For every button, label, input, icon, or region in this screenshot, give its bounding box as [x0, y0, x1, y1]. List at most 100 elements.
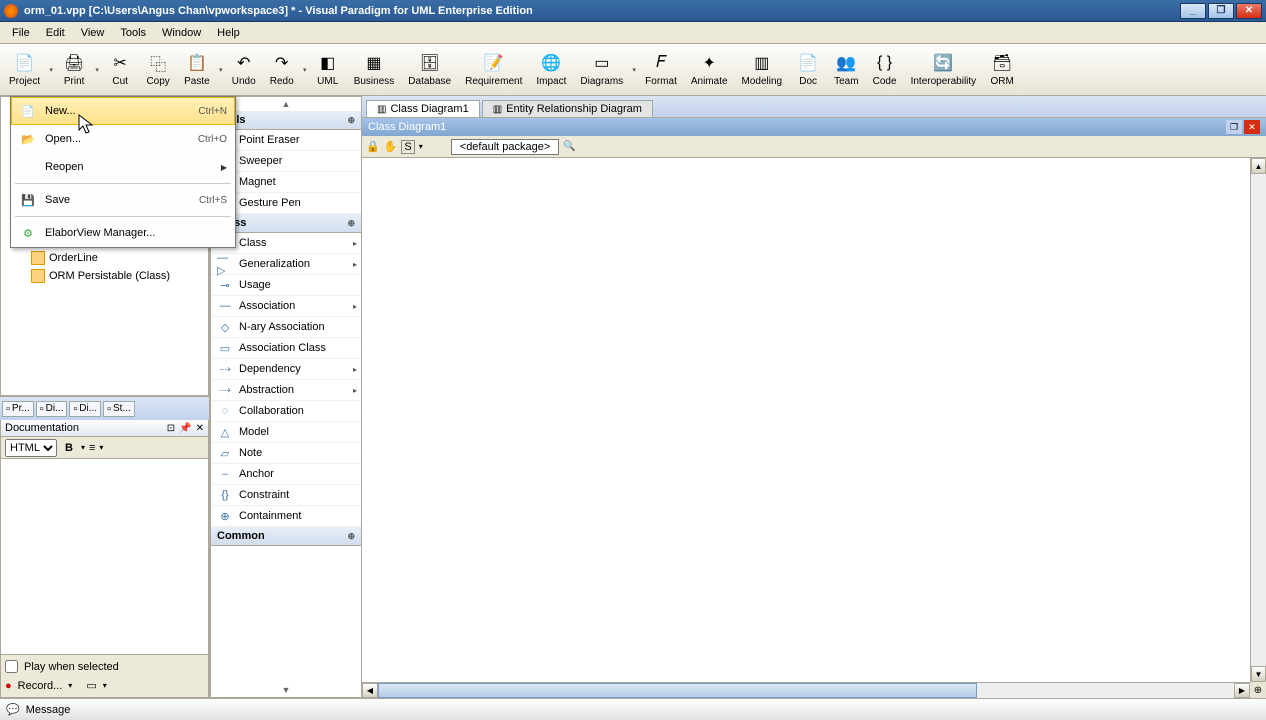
business-icon: ▦ — [363, 52, 385, 74]
package-crumb[interactable]: <default package> — [451, 139, 560, 155]
palette-item-note[interactable]: ▱Note — [211, 443, 361, 464]
record-button[interactable]: Record... — [18, 680, 63, 692]
palette-scroll-down[interactable]: ▼ — [211, 683, 361, 697]
menu-view[interactable]: View — [73, 24, 113, 42]
toolbar-cut-button[interactable]: ✂Cut — [101, 44, 139, 95]
resize-grip[interactable]: ⊕ — [1250, 682, 1266, 698]
bold-button[interactable]: B — [61, 442, 77, 454]
lock-icon[interactable]: 🔒 — [366, 140, 380, 153]
toolbar-team-button[interactable]: 👥Team — [827, 44, 865, 95]
palette-item-abstraction[interactable]: ⤏Abstraction▸ — [211, 380, 361, 401]
doc-body[interactable] — [1, 459, 208, 654]
minimize-button[interactable]: _ — [1180, 3, 1206, 19]
toolbar-code-button[interactable]: { }Code — [866, 44, 904, 95]
maximize-button[interactable]: ❐ — [1208, 3, 1234, 19]
stop-icon[interactable]: ▭ — [86, 679, 96, 692]
palette-item-anchor[interactable]: ┄Anchor — [211, 464, 361, 485]
menu-item-new-[interactable]: 📄New...Ctrl+N — [11, 97, 235, 125]
menu-edit[interactable]: Edit — [38, 24, 73, 42]
submenu-arrow-icon: ▸ — [353, 365, 357, 374]
menu-file[interactable]: File — [4, 24, 38, 42]
diagram-tab[interactable]: ▥Entity Relationship Diagram — [482, 100, 653, 117]
search-icon[interactable]: 🔍 — [563, 141, 575, 152]
nav-tabstrip: ▫Pr...▫Di...▫Di...▫St... — [0, 396, 209, 420]
toolbar-animate-button[interactable]: ✦Animate — [684, 44, 735, 95]
toolbar-redo-button[interactable]: ↷Redo — [263, 44, 301, 95]
menu-item-open-[interactable]: 📂Open...Ctrl+O — [11, 125, 235, 153]
toolbar-doc-button[interactable]: 📄Doc — [789, 44, 827, 95]
pin-icon[interactable]: 📌 — [179, 423, 191, 434]
toolbar-modeling-button[interactable]: ▥Modeling — [735, 44, 790, 95]
scroll-up-button[interactable]: ▲ — [1251, 158, 1266, 174]
toolbar-dropdown-icon[interactable]: ▾ — [217, 44, 225, 95]
animate-icon: ✦ — [698, 52, 720, 74]
diagram-icon: ▥ — [377, 104, 386, 115]
toolbar-interoperability-button[interactable]: 🔄Interoperability — [904, 44, 984, 95]
diagram-maximize-button[interactable]: ❐ — [1226, 120, 1242, 134]
toolbar-project-button[interactable]: 📄Project — [2, 44, 47, 95]
uml-icon: ◧ — [317, 52, 339, 74]
menu-tools[interactable]: Tools — [112, 24, 154, 42]
scroll-right-button[interactable]: ▶ — [1234, 683, 1250, 698]
menu-item-save[interactable]: 💾SaveCtrl+S — [11, 186, 235, 214]
palette-item-constraint[interactable]: {}Constraint — [211, 485, 361, 506]
tree-item[interactable]: ORM Persistable (Class) — [1, 267, 208, 285]
toolbar-business-button[interactable]: ▦Business — [347, 44, 402, 95]
palette-item-containment[interactable]: ⊕Containment — [211, 506, 361, 527]
toolbar-impact-button[interactable]: 🌐Impact — [529, 44, 573, 95]
align-button[interactable]: ≡ — [89, 442, 95, 454]
tree-item-label: OrderLine — [49, 252, 98, 264]
diagram-close-button[interactable]: ✕ — [1244, 120, 1260, 134]
menu-item-reopen[interactable]: Reopen▶ — [11, 153, 235, 181]
toolbar-diagrams-button[interactable]: ▭Diagrams — [573, 44, 630, 95]
hand-icon[interactable]: ✋ — [384, 140, 398, 153]
nav-tab[interactable]: ▫Di... — [36, 401, 68, 417]
redo-icon: ↷ — [271, 52, 293, 74]
palette-group-header[interactable]: Common⊕ — [211, 527, 361, 546]
toolbar-undo-button[interactable]: ↶Undo — [225, 44, 263, 95]
toolbar-dropdown-icon[interactable]: ▾ — [93, 44, 101, 95]
toolbar-dropdown-icon[interactable]: ▾ — [630, 44, 638, 95]
toolbar-format-button[interactable]: 𝐹Format — [638, 44, 684, 95]
menu-help[interactable]: Help — [209, 24, 248, 42]
palette-item-dependency[interactable]: ⤍Dependency▸ — [211, 359, 361, 380]
toolbar-copy-button[interactable]: ⿻Copy — [139, 44, 177, 95]
toolbar-dropdown-icon[interactable]: ▾ — [301, 44, 309, 95]
scroll-left-button[interactable]: ◀ — [362, 683, 378, 698]
palette-item-association[interactable]: —Association▸ — [211, 296, 361, 317]
palette-item-model[interactable]: △Model — [211, 422, 361, 443]
nav-tab[interactable]: ▫Pr... — [2, 401, 34, 417]
palette-item-association-class[interactable]: ▭Association Class — [211, 338, 361, 359]
toolbar-requirement-button[interactable]: 📝Requirement — [458, 44, 529, 95]
menu-window[interactable]: Window — [154, 24, 209, 42]
palette-item-n-ary-association[interactable]: ◇N-ary Association — [211, 317, 361, 338]
submenu-arrow-icon: ▶ — [221, 163, 227, 172]
palette-item-usage[interactable]: ⊸Usage — [211, 275, 361, 296]
toolbar-paste-button[interactable]: 📋Paste — [177, 44, 217, 95]
toolbar-uml-button[interactable]: ◧UML — [309, 44, 347, 95]
play-checkbox[interactable] — [5, 660, 18, 673]
scrollbar-thumb[interactable] — [378, 683, 977, 698]
toolbar-print-button[interactable]: 🖨Print — [55, 44, 93, 95]
nav-tab[interactable]: ▫Di... — [69, 401, 101, 417]
menu-item-elaborview-manager-[interactable]: ⚙ElaborView Manager... — [11, 219, 235, 247]
scroll-down-button[interactable]: ▼ — [1251, 666, 1266, 682]
pin-icon[interactable]: ⊡ — [167, 423, 175, 434]
diagram-tab[interactable]: ▥Class Diagram1 — [366, 100, 480, 117]
vertical-scrollbar[interactable]: ▲ ▼ — [1250, 158, 1266, 682]
close-button[interactable]: ✕ — [1236, 3, 1262, 19]
tool-icon: ⊸ — [217, 279, 233, 291]
horizontal-scrollbar[interactable]: ◀ ▶ — [362, 682, 1250, 698]
toolbar-dropdown-icon[interactable]: ▾ — [47, 44, 55, 95]
menu-item-icon: 📂 — [19, 131, 37, 147]
toolbar-database-button[interactable]: 🗄Database — [401, 44, 458, 95]
nav-tab[interactable]: ▫St... — [103, 401, 135, 417]
submenu-arrow-icon: ▸ — [353, 239, 357, 248]
palette-item-collaboration[interactable]: ◌Collaboration — [211, 401, 361, 422]
select-icon[interactable]: S — [401, 140, 414, 154]
format-select[interactable]: HTML — [5, 439, 57, 457]
close-icon[interactable]: ✕ — [196, 423, 204, 434]
tree-item[interactable]: OrderLine — [1, 249, 208, 267]
palette-item-generalization[interactable]: —▷Generalization▸ — [211, 254, 361, 275]
toolbar-orm-button[interactable]: 🗃ORM — [983, 44, 1021, 95]
